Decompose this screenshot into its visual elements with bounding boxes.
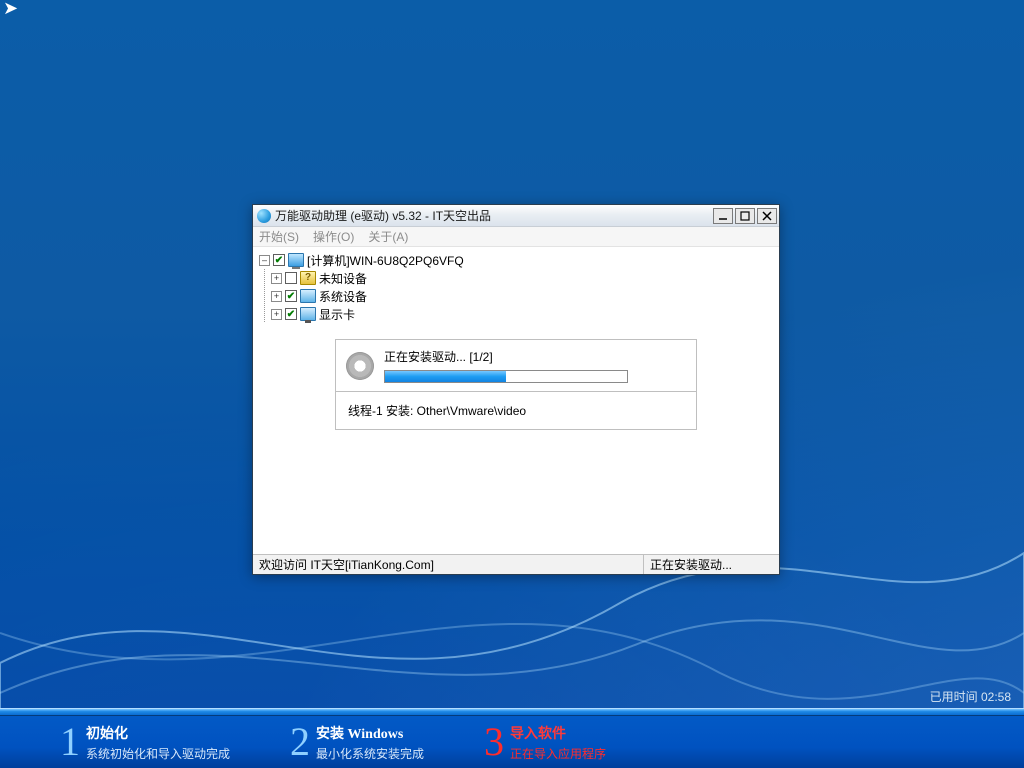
tree-branch [259,305,271,323]
checkbox[interactable] [273,254,285,266]
menu-about[interactable]: 关于(A) [368,228,408,245]
menu-operate[interactable]: 操作(O) [313,228,354,245]
tree-node-unknown[interactable]: 未知设备 [259,269,773,287]
driver-installer-window: 万能驱动助理 (e驱动) v5.32 - IT天空出品 开始(S) 操作(O) … [252,204,780,575]
step-number: 3 [484,722,504,762]
device-tree: [计算机]WIN-6U8Q2PQ6VFQ 未知设备 系统设备 [253,247,779,333]
step-1: 1 初始化 系统初始化和导入驱动完成 [60,716,230,768]
elapsed-time: 已用时间 02:58 [930,688,1011,705]
checkbox[interactable] [285,290,297,302]
tree-branch [259,287,271,305]
statusbar-right: 正在安装驱动... [644,555,779,574]
close-button[interactable] [757,208,777,224]
step-3: 3 导入软件 正在导入应用程序 [484,716,606,768]
progress-panel: 正在安装驱动... [1/2] 线程-1 安装: Other\Vmware\vi… [335,339,697,430]
statusbar-left: 欢迎访问 IT天空[iTianKong.Com] [253,555,644,574]
tree-label: 显示卡 [319,306,355,323]
tree-node-computer[interactable]: [计算机]WIN-6U8Q2PQ6VFQ [259,251,773,269]
tree-label: [计算机]WIN-6U8Q2PQ6VFQ [307,252,464,269]
expander-icon[interactable] [259,255,270,266]
app-icon [257,209,271,223]
step-sub: 系统初始化和导入驱动完成 [86,745,230,762]
unknown-device-icon [300,271,316,285]
step-title: 初始化 [86,723,230,743]
progress-detail: 线程-1 安装: Other\Vmware\video [336,392,696,429]
checkbox[interactable] [285,308,297,320]
menu-start[interactable]: 开始(S) [259,228,299,245]
minimize-button[interactable] [713,208,733,224]
progress-title: 正在安装驱动... [1/2] [384,348,686,365]
tree-branch [259,269,271,287]
step-title: 导入软件 [510,723,606,743]
expander-icon[interactable] [271,309,282,320]
display-adapter-icon [300,307,316,321]
step-title: 安装 Windows [316,723,424,743]
tree-label: 未知设备 [319,270,367,287]
step-number: 2 [290,722,310,762]
step-2: 2 安装 Windows 最小化系统安装完成 [290,716,424,768]
checkbox[interactable] [285,272,297,284]
progress-bar-fill [385,371,506,382]
step-sub: 正在导入应用程序 [510,745,606,762]
system-device-icon [300,289,316,303]
statusbar: 欢迎访问 IT天空[iTianKong.Com] 正在安装驱动... [253,554,779,574]
maximize-button[interactable] [735,208,755,224]
computer-icon [288,253,304,267]
step-number: 1 [60,722,80,762]
tree-node-display[interactable]: 显示卡 [259,305,773,323]
menubar: 开始(S) 操作(O) 关于(A) [253,227,779,247]
step-sub: 最小化系统安装完成 [316,745,424,762]
cursor-icon: ➤ [3,0,18,19]
gear-icon [346,352,374,380]
bottom-divider [0,708,1024,716]
window-title: 万能驱动助理 (e驱动) v5.32 - IT天空出品 [275,207,713,224]
progress-bar [384,370,628,383]
tree-label: 系统设备 [319,288,367,305]
expander-icon[interactable] [271,273,282,284]
elapsed-label: 已用时间 [930,690,978,704]
install-steps-bar: 1 初始化 系统初始化和导入驱动完成 2 安装 Windows 最小化系统安装完… [0,716,1024,768]
tree-node-system[interactable]: 系统设备 [259,287,773,305]
elapsed-value: 02:58 [981,690,1011,704]
titlebar[interactable]: 万能驱动助理 (e驱动) v5.32 - IT天空出品 [253,205,779,227]
expander-icon[interactable] [271,291,282,302]
desktop: ➤ 万能驱动助理 (e驱动) v5.32 - IT天空出品 [0,0,1024,768]
